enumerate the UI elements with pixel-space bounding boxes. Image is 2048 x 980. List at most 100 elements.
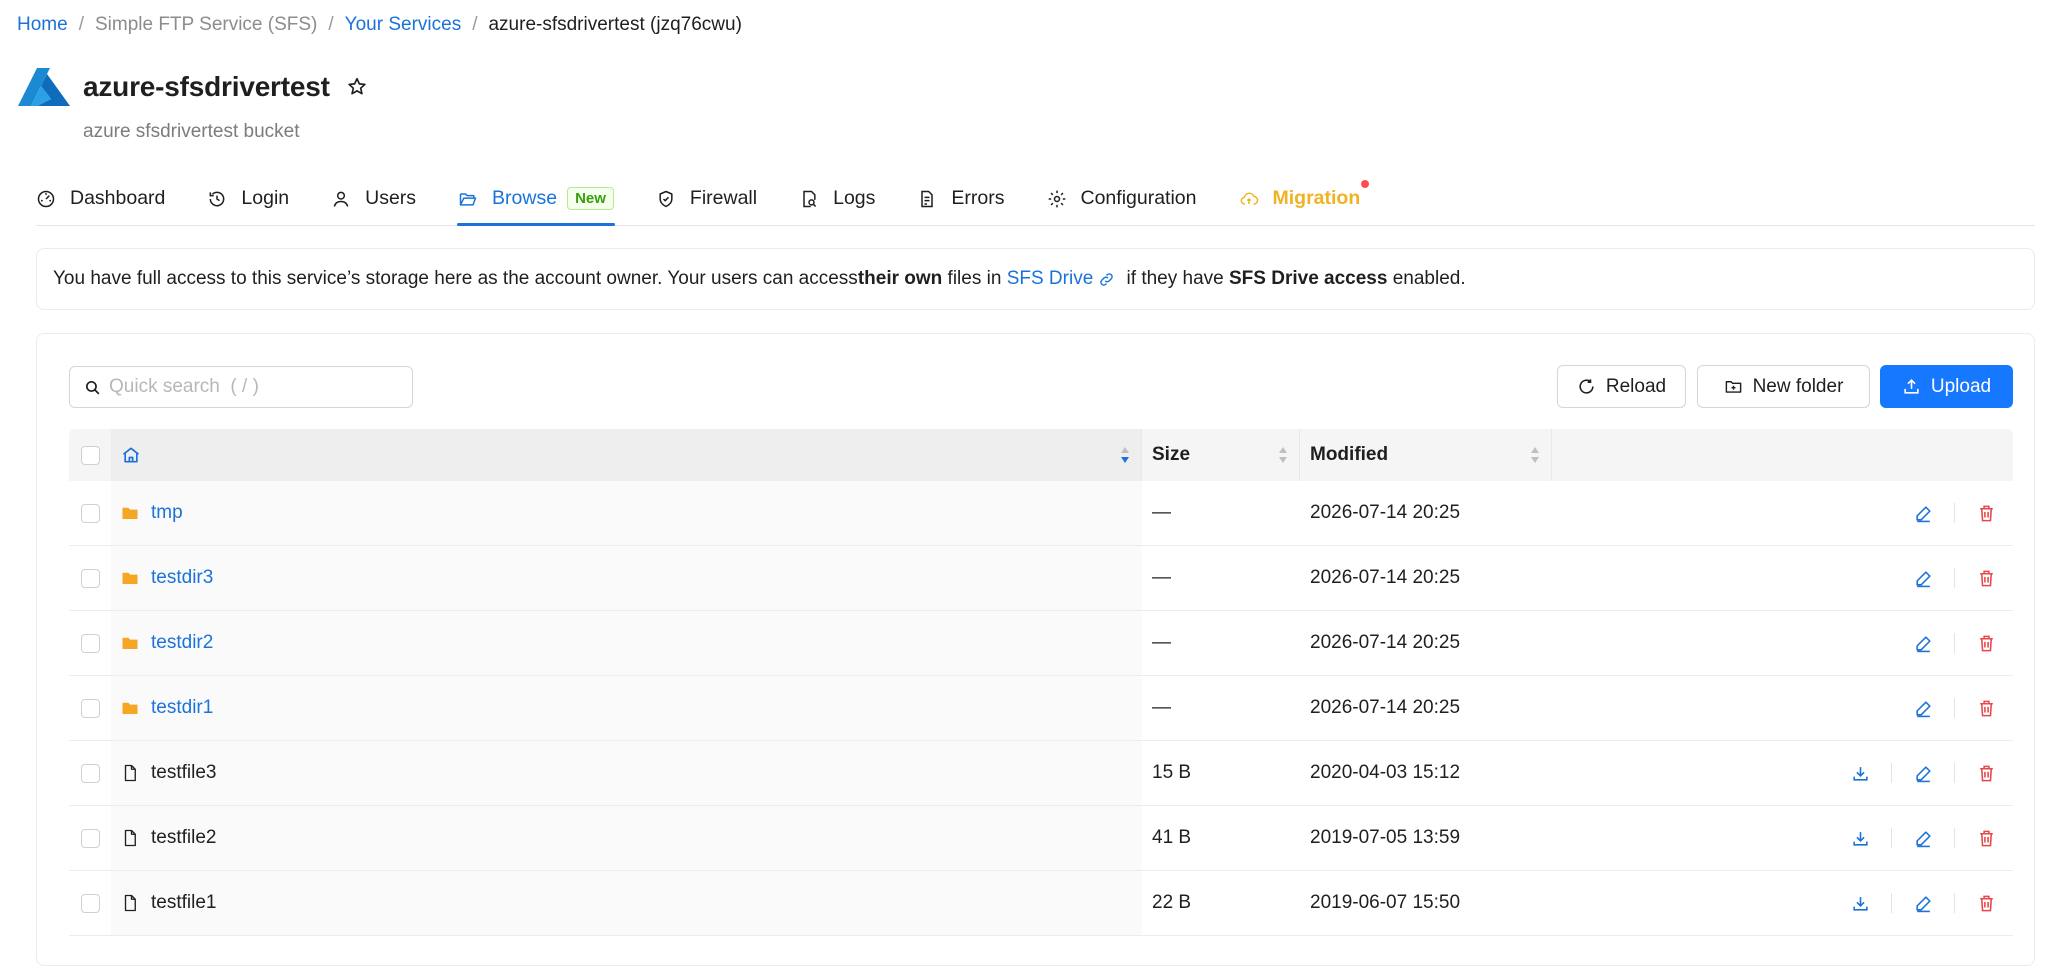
size-cell: — [1142, 611, 1300, 675]
download-action[interactable] [1843, 894, 1877, 913]
row-checkbox[interactable] [80, 828, 100, 848]
new-folder-label: New folder [1752, 375, 1844, 397]
sfs-drive-link[interactable]: SFS Drive [1007, 268, 1122, 290]
table-row[interactable]: testfile2 41 B 2019-07-05 13:59 [69, 806, 2013, 871]
table-row[interactable]: testfile1 22 B 2019-06-07 15:50 [69, 871, 2013, 936]
quick-search[interactable] [69, 366, 413, 408]
edit-icon[interactable] [1914, 504, 1933, 523]
row-select-cell [69, 611, 111, 675]
delete-icon[interactable] [1977, 569, 1996, 588]
name-cell[interactable]: testdir2 [111, 611, 1142, 675]
folder-name-link[interactable]: testdir3 [151, 567, 213, 589]
modified-column-header[interactable]: Modified [1300, 429, 1552, 481]
delete-icon[interactable] [1977, 504, 1996, 523]
row-checkbox[interactable] [80, 568, 100, 588]
rename-action[interactable] [1906, 829, 1940, 848]
tab-errors[interactable]: Errors [917, 172, 1005, 225]
breadcrumb-your-services[interactable]: Your Services [345, 14, 462, 36]
row-checkbox[interactable] [80, 633, 100, 653]
table-row[interactable]: testfile3 15 B 2020-04-03 15:12 [69, 741, 2013, 806]
size-cell: — [1142, 676, 1300, 740]
tab-dashboard[interactable]: Dashboard [36, 172, 165, 225]
delete-icon[interactable] [1977, 894, 1996, 913]
row-checkbox[interactable] [80, 503, 100, 523]
tab-migration[interactable]: Migration [1239, 172, 1370, 225]
modified-cell: 2026-07-14 20:25 [1300, 481, 1552, 545]
rename-action[interactable] [1906, 699, 1940, 718]
tab-firewall[interactable]: Firewall [656, 172, 757, 225]
rename-action[interactable] [1906, 569, 1940, 588]
delete-icon[interactable] [1977, 764, 1996, 783]
file-icon [124, 764, 136, 782]
table-row[interactable]: testdir2 — 2026-07-14 20:25 [69, 611, 2013, 676]
row-checkbox[interactable] [80, 698, 100, 718]
name-cell[interactable]: tmp [111, 481, 1142, 545]
reload-button[interactable]: Reload [1557, 365, 1686, 408]
delete-action[interactable] [1969, 504, 2003, 523]
tab-users[interactable]: Users [331, 172, 416, 225]
tab-configuration[interactable]: Configuration [1047, 172, 1197, 225]
name-cell: testfile1 [111, 871, 1142, 935]
size-cell: 22 B [1142, 871, 1300, 935]
rename-action[interactable] [1906, 764, 1940, 783]
delete-icon[interactable] [1977, 699, 1996, 718]
name-cell[interactable]: testdir3 [111, 546, 1142, 610]
notice-text: enabled. [1387, 268, 1466, 289]
download-icon[interactable] [1851, 829, 1870, 848]
tab-logs[interactable]: Logs [799, 172, 875, 225]
home-icon[interactable] [121, 445, 141, 465]
table-row[interactable]: tmp — 2026-07-14 20:25 [69, 481, 2013, 546]
folder-name-link[interactable]: testdir1 [151, 697, 213, 719]
tab-label: Login [241, 187, 290, 209]
rename-action[interactable] [1906, 504, 1940, 523]
edit-icon[interactable] [1914, 699, 1933, 718]
edit-icon[interactable] [1914, 569, 1933, 588]
size-value: 15 B [1152, 762, 1192, 783]
download-action[interactable] [1843, 829, 1877, 848]
star-icon[interactable] [346, 76, 368, 98]
breadcrumb-home[interactable]: Home [17, 14, 68, 36]
folder-name-link[interactable]: testdir2 [151, 632, 213, 654]
name-column-header[interactable] [111, 429, 1142, 481]
name-cell[interactable]: testdir1 [111, 676, 1142, 740]
new-folder-button[interactable]: New folder [1697, 365, 1870, 408]
download-icon[interactable] [1851, 764, 1870, 783]
size-cell: 41 B [1142, 806, 1300, 870]
rename-action[interactable] [1906, 894, 1940, 913]
sort-icon[interactable] [1119, 445, 1131, 465]
tab-login[interactable]: Login [207, 172, 289, 225]
edit-icon[interactable] [1914, 894, 1933, 913]
delete-action[interactable] [1969, 699, 2003, 718]
sort-icon[interactable] [1529, 445, 1541, 465]
folder-name-link[interactable]: tmp [151, 502, 183, 524]
delete-action[interactable] [1969, 764, 2003, 783]
download-icon[interactable] [1851, 894, 1870, 913]
delete-icon[interactable] [1977, 634, 1996, 653]
size-value: 22 B [1152, 892, 1192, 913]
modified-value: 2019-07-05 13:59 [1310, 827, 1461, 848]
delete-action[interactable] [1969, 894, 2003, 913]
select-all-checkbox[interactable] [80, 445, 100, 465]
table-row[interactable]: testdir3 — 2026-07-14 20:25 [69, 546, 2013, 611]
upload-button[interactable]: Upload [1880, 365, 2013, 408]
row-checkbox[interactable] [80, 763, 100, 783]
table-row[interactable]: testdir1 — 2026-07-14 20:25 [69, 676, 2013, 741]
sort-icon[interactable] [1277, 445, 1289, 465]
search-input[interactable] [109, 376, 399, 398]
delete-action[interactable] [1969, 634, 2003, 653]
delete-icon[interactable] [1977, 829, 1996, 848]
actions-cell [1552, 871, 2013, 935]
user-icon [333, 191, 349, 207]
breadcrumb-separator: / [78, 14, 84, 35]
tab-browse[interactable]: Browse New [457, 172, 615, 226]
size-column-header[interactable]: Size [1142, 429, 1300, 481]
edit-icon[interactable] [1914, 829, 1933, 848]
delete-action[interactable] [1969, 569, 2003, 588]
edit-icon[interactable] [1914, 634, 1933, 653]
tab-label: Users [365, 187, 417, 209]
delete-action[interactable] [1969, 829, 2003, 848]
row-checkbox[interactable] [80, 893, 100, 913]
edit-icon[interactable] [1914, 764, 1933, 783]
download-action[interactable] [1843, 764, 1877, 783]
rename-action[interactable] [1906, 634, 1940, 653]
